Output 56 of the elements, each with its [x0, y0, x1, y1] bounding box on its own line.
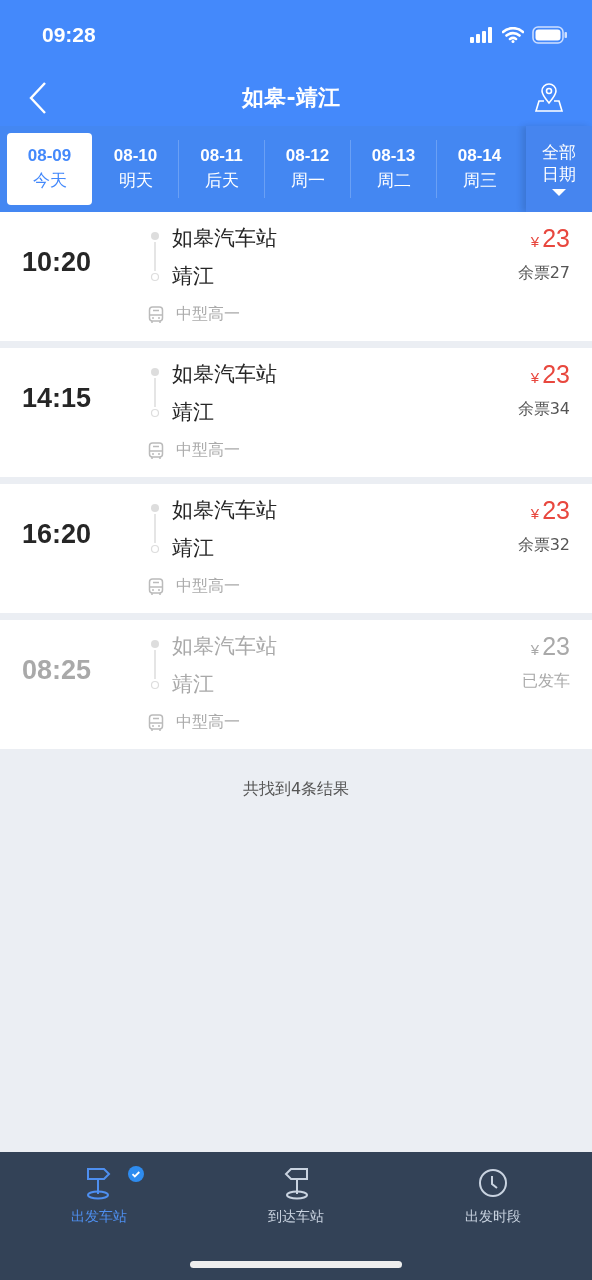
bus-type: 中型高一	[176, 440, 240, 461]
seat-status: 余票32	[517, 535, 570, 556]
trip-card[interactable]: 08:25 如皋汽车站 靖江 中型高一 ¥23 已发车	[0, 620, 592, 749]
result-count: 共找到4条结果	[241, 779, 351, 800]
origin-station: 如皋汽车站	[172, 633, 277, 660]
bus-type: 中型高一	[176, 576, 240, 597]
ticket-price: ¥23	[530, 632, 570, 661]
origin-station: 如皋汽车站	[172, 497, 277, 524]
origin-station: 如皋汽车站	[172, 361, 277, 388]
departure-time: 08:25	[22, 655, 93, 686]
date-tab[interactable]: 08-10 明天	[93, 133, 178, 205]
bus-icon	[148, 713, 164, 732]
date-tab[interactable]: 08-11 后天	[179, 133, 264, 205]
route-line-icon	[150, 639, 160, 691]
trip-card[interactable]: 14:15 如皋汽车站 靖江 中型高一 ¥23 余票34	[0, 348, 592, 477]
bus-type: 中型高一	[176, 712, 240, 733]
destination-station: 靖江	[172, 671, 215, 698]
caret-icon	[552, 189, 566, 198]
clock-icon	[478, 1168, 509, 1198]
date-tab[interactable]: 08-09 今天	[7, 133, 92, 205]
departure-time: 14:15	[22, 383, 93, 414]
seat-status: 余票27	[517, 263, 570, 284]
battery-icon	[532, 26, 568, 44]
route-line-icon	[150, 503, 160, 555]
origin-station: 如皋汽车站	[172, 225, 277, 252]
destination-station: 靖江	[172, 263, 215, 290]
departure-time: 16:20	[22, 519, 93, 550]
date-tab[interactable]: 08-14 周三	[437, 133, 522, 205]
map-pin-icon[interactable]	[534, 83, 564, 113]
destination-station: 靖江	[172, 535, 215, 562]
seat-status: 余票34	[517, 399, 570, 420]
status-time: 09:28	[42, 23, 96, 47]
route-line-icon	[150, 231, 160, 283]
bus-type: 中型高一	[176, 304, 240, 325]
seat-status: 已发车	[522, 671, 570, 692]
date-tab[interactable]: 08-12 周一	[265, 133, 350, 205]
back-icon[interactable]	[28, 81, 48, 115]
filter-tab[interactable]: 到达车站	[197, 1166, 395, 1226]
destination-station: 靖江	[172, 399, 215, 426]
trip-card[interactable]: 16:20 如皋汽车站 靖江 中型高一 ¥23 余票32	[0, 484, 592, 613]
bus-icon	[148, 305, 164, 324]
route-title: 如皋-靖江	[242, 84, 340, 112]
all-dates-button[interactable]: 全部 日期	[526, 126, 592, 212]
departure-time: 10:20	[22, 247, 93, 278]
ticket-price: ¥23	[530, 496, 570, 525]
filter-tab[interactable]: 出发车站	[0, 1166, 198, 1226]
filter-tab[interactable]: 出发时段	[394, 1166, 592, 1226]
ticket-price: ¥23	[530, 360, 570, 389]
date-tab[interactable]: 08-13 周二	[351, 133, 436, 205]
bus-icon	[148, 577, 164, 596]
trip-card[interactable]: 10:20 如皋汽车站 靖江 中型高一 ¥23 余票27	[0, 212, 592, 341]
signal-icon	[470, 27, 494, 43]
wifi-icon	[502, 27, 524, 43]
route-line-icon	[150, 367, 160, 419]
bus-icon	[148, 441, 164, 460]
ticket-price: ¥23	[530, 224, 570, 253]
